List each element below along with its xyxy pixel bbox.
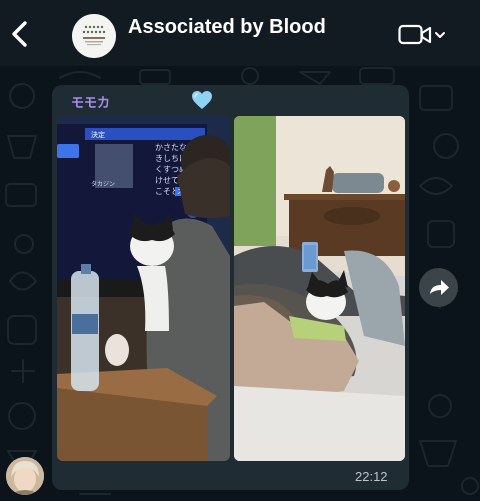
chevron-left-icon bbox=[12, 21, 27, 47]
chat-title[interactable]: Associated by Blood bbox=[128, 16, 326, 39]
photo-right[interactable] bbox=[234, 116, 405, 461]
group-avatar[interactable] bbox=[72, 14, 116, 58]
back-button[interactable] bbox=[8, 20, 32, 48]
tv-kana-col-1: かさたな bbox=[155, 143, 187, 152]
message-timestamp: 22:12 bbox=[355, 469, 388, 484]
chat-header: Associated by Blood bbox=[0, 0, 480, 66]
tv-header-label: 決定 bbox=[91, 130, 105, 139]
tv-list-label: タカジン bbox=[91, 180, 115, 188]
sender-name[interactable]: モモカ bbox=[71, 92, 110, 111]
photo-cat-watching-tv: 決定 かさたな きしちに くすつぬ けせてね こそとの スペース タカジン bbox=[57, 116, 230, 461]
forward-button[interactable] bbox=[419, 268, 458, 307]
photo-left[interactable]: 決定 かさたな きしちに くすつぬ けせてね こそとの スペース タカジン bbox=[57, 116, 230, 461]
video-camera-icon bbox=[398, 24, 445, 45]
video-call-button[interactable] bbox=[398, 23, 446, 47]
reaction-heart[interactable] bbox=[190, 88, 214, 112]
photo-cat-on-lap bbox=[234, 116, 405, 461]
forward-icon bbox=[430, 280, 449, 295]
light-blue-heart-icon bbox=[192, 91, 212, 109]
group-logo-icon bbox=[72, 14, 116, 58]
sender-avatar[interactable] bbox=[6, 457, 44, 495]
sender-avatar-image bbox=[6, 457, 44, 495]
